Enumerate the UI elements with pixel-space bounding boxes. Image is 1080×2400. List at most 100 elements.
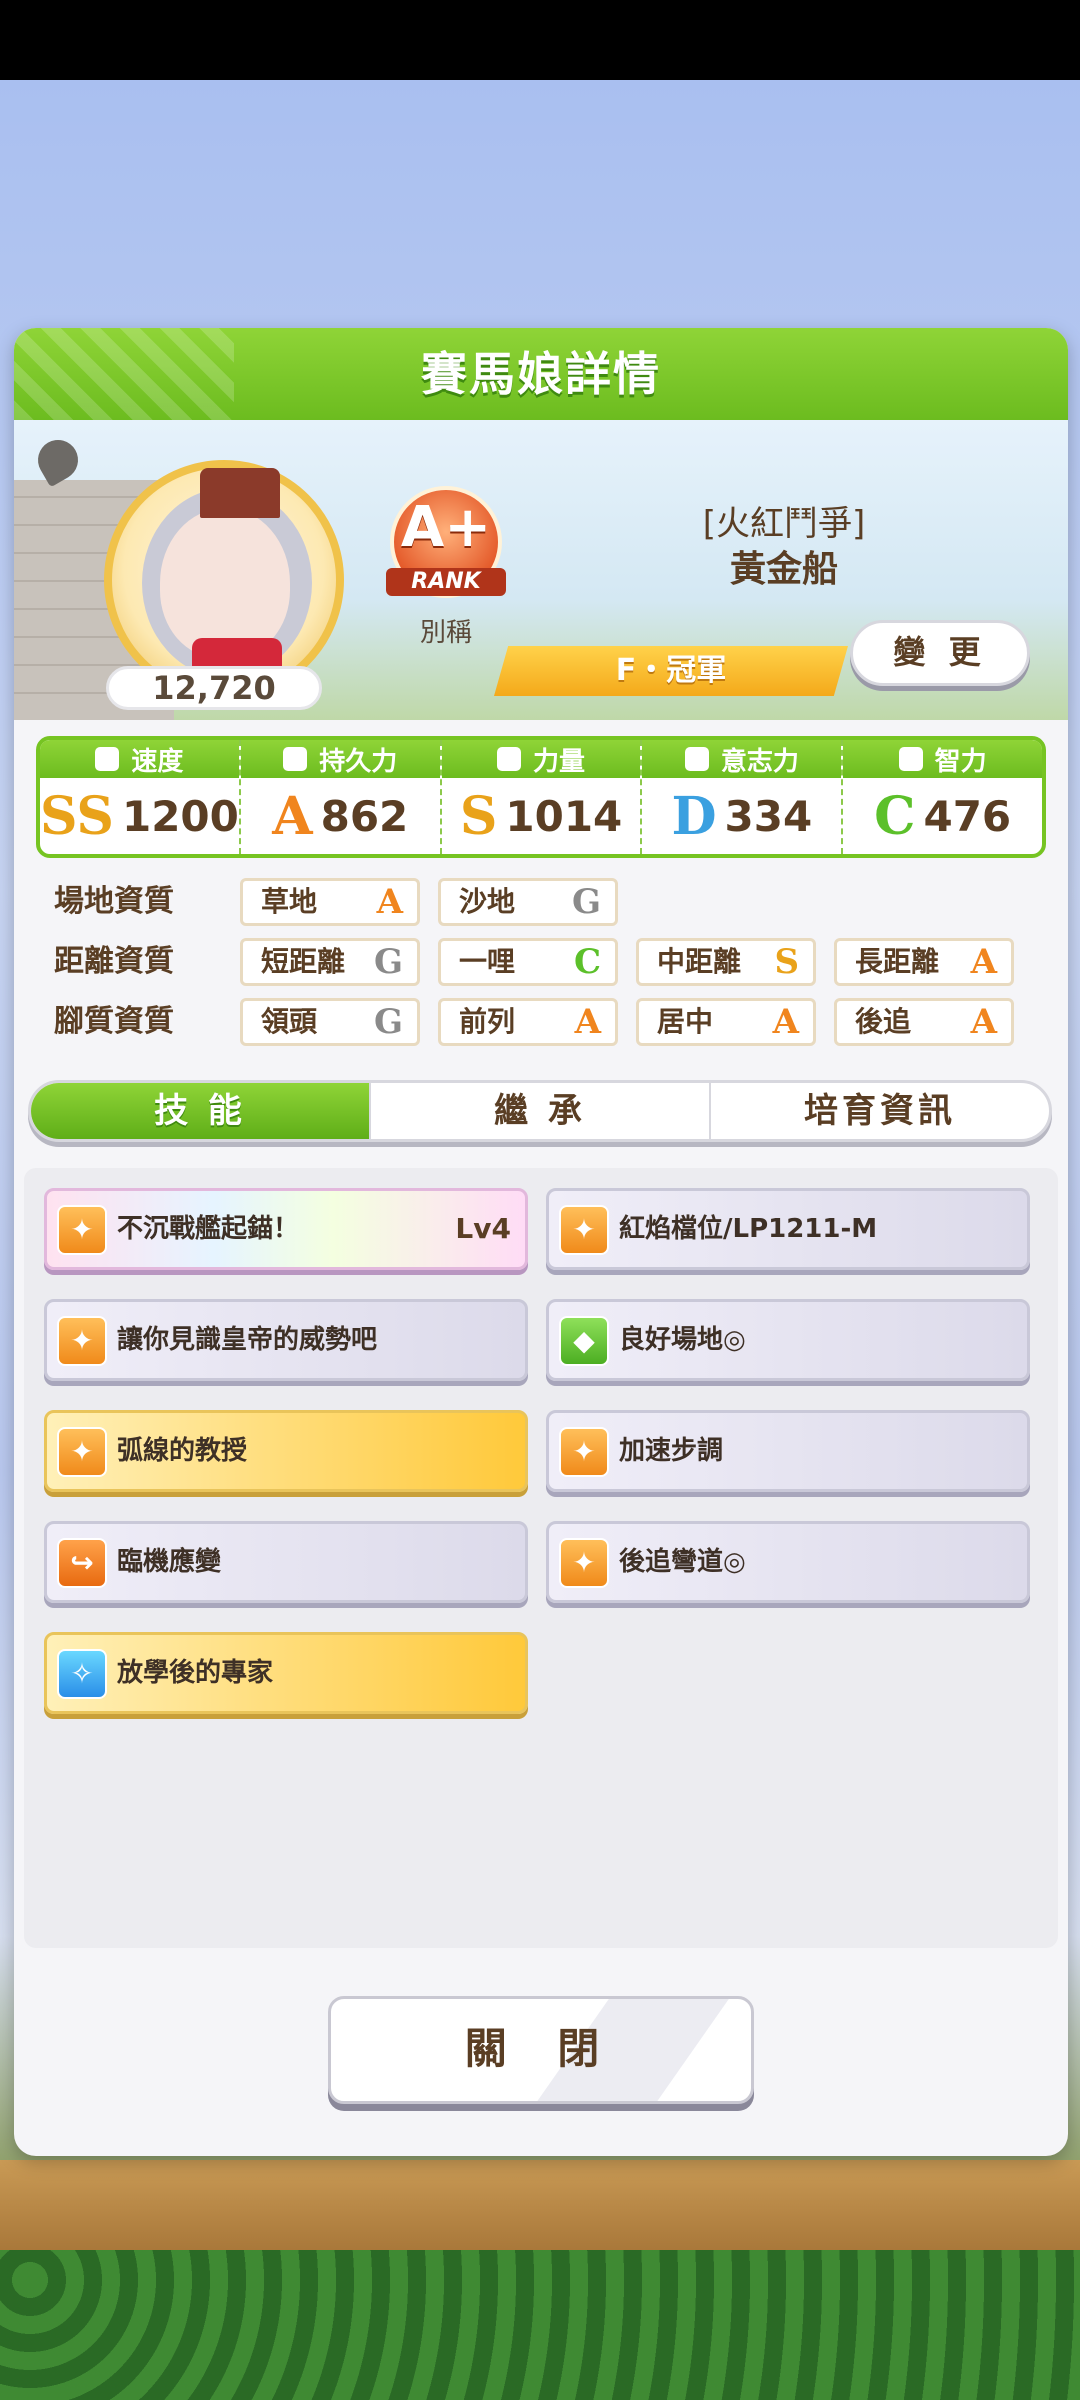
stat-2: 力量 S 1014	[439, 740, 641, 854]
aptitude-grade: A	[970, 942, 997, 982]
skill-card[interactable]: ✦ 紅焰檔位/LP1211-M	[546, 1188, 1030, 1270]
skill-name: 弧線的教授	[117, 1436, 248, 1466]
character-portrait	[104, 460, 344, 700]
stats-panel: 速度 SS 1200 持久力 A 862 力量 S 1014 意志力 D 334 智力 C 476	[36, 736, 1046, 858]
aptitude-row-label: 場地資質	[54, 884, 174, 919]
stat-body: A 862	[241, 778, 440, 854]
aptitude-item: 長距離 A	[834, 938, 1014, 986]
skill-card[interactable]: ✦ 加速步調	[546, 1410, 1030, 1492]
stat-grade: S	[459, 785, 498, 847]
stat-3: 意志力 D 334	[640, 740, 842, 854]
stat-value: 334	[724, 791, 813, 841]
aptitude-name: 中距離	[657, 945, 742, 978]
background-hedge	[0, 2250, 1080, 2400]
aptitude-item: 居中 A	[636, 998, 816, 1046]
skill-card[interactable]: ✦ 後追彎道◎	[546, 1521, 1030, 1603]
skill-level: Lv4	[455, 1212, 511, 1245]
tab-training-info[interactable]: 培育資訊	[709, 1083, 1049, 1139]
aptitude-row-style: 腳質資質 領頭 G 前列 A 居中 A 後追 A	[54, 998, 1064, 1046]
stat-name: 力量	[533, 746, 586, 777]
aptitude-name: 居中	[657, 1005, 714, 1038]
skills-panel: ✦ 不沉戰艦起錨！ Lv4 ✦ 紅焰檔位/LP1211-M ✦ 讓你見識皇帝的威勢吧 ◆ 良好場…	[24, 1168, 1058, 1948]
flame-icon	[684, 747, 709, 771]
status-bar	[0, 0, 1080, 80]
character-name: 黃金船	[729, 549, 838, 590]
portrait-face	[160, 508, 290, 658]
skill-name: 放學後的專家	[117, 1658, 274, 1688]
rank-word: RANK	[386, 568, 506, 596]
aptitude-row-field: 場地資質 草地 A 沙地 G	[54, 878, 1064, 926]
skill-name: 良好場地◎	[619, 1325, 746, 1355]
change-title-button[interactable]: 變 更	[850, 620, 1030, 686]
muscle-icon: ◆	[559, 1316, 609, 1366]
portrait-hat	[200, 468, 280, 518]
stat-name: 智力	[934, 746, 987, 777]
aptitude-name: 後追	[855, 1005, 912, 1038]
runner-icon: ✦	[57, 1427, 107, 1477]
skill-card[interactable]: ✦ 讓你見識皇帝的威勢吧	[44, 1299, 528, 1381]
title-badge: F・冠軍	[494, 646, 848, 696]
heart-icon	[283, 747, 308, 771]
arrow-turn-icon: ↪	[57, 1538, 107, 1588]
stat-grade: C	[874, 785, 916, 847]
skill-card[interactable]: ✧ 放學後的專家	[44, 1632, 528, 1714]
stat-body: S 1014	[442, 778, 641, 854]
stat-value: 476	[923, 791, 1012, 841]
aptitude-row-label: 距離資質	[54, 944, 174, 979]
shoe-icon	[95, 747, 120, 771]
horse-girl-detail-dialog: 賽馬娘詳情 12,720 A+ RANK 別稱 [火紅鬥爭] 黃金船 F・冠軍 …	[14, 328, 1068, 2156]
skill-name: 加速步調	[619, 1436, 724, 1466]
stat-0: 速度 SS 1200	[40, 740, 239, 854]
rank-badge: A+ RANK	[386, 486, 506, 598]
dialog-title: 賽馬娘詳情	[421, 347, 661, 401]
skill-name: 讓你見識皇帝的威勢吧	[117, 1325, 378, 1355]
runner-icon: ✦	[559, 1427, 609, 1477]
skill-name: 不沉戰艦起錨！	[117, 1214, 300, 1244]
rank-grade: A+	[400, 495, 492, 560]
skill-name: 後追彎道◎	[619, 1547, 746, 1577]
rank-label: 別稱	[419, 618, 472, 648]
graduation-cap-icon	[898, 747, 923, 771]
close-button[interactable]: 關 閉	[328, 1996, 754, 2104]
aptitude-item: 沙地 G	[438, 878, 618, 926]
background-track	[0, 2160, 1080, 2250]
stat-value: 1014	[505, 791, 623, 841]
tab-bar: 技 能 繼 承 培育資訊	[28, 1080, 1052, 1142]
stat-header: 力量	[441, 740, 641, 778]
skill-card[interactable]: ✦ 不沉戰艦起錨！ Lv4	[44, 1188, 528, 1270]
stat-4: 智力 C 476	[841, 740, 1042, 854]
muscle-icon	[497, 747, 522, 771]
runner-icon: ✦	[559, 1538, 609, 1588]
stat-body: D 334	[642, 778, 841, 854]
aptitude-grade: C	[573, 942, 601, 982]
stat-grade: A	[272, 785, 313, 847]
stat-name: 持久力	[319, 746, 398, 777]
aptitude-item: 領頭 G	[240, 998, 420, 1046]
character-banner: 12,720 A+ RANK 別稱 [火紅鬥爭] 黃金船 F・冠軍 變 更	[14, 420, 1068, 720]
stat-header: 意志力	[642, 740, 842, 778]
tab-skills[interactable]: 技 能	[31, 1083, 369, 1139]
skill-card[interactable]: ↪ 臨機應變	[44, 1521, 528, 1603]
aptitude-grade: A	[970, 1002, 997, 1042]
aptitude-grade: A	[772, 1002, 799, 1042]
aptitude-grade: A	[574, 1002, 601, 1042]
sparkle-icon: ✧	[57, 1649, 107, 1699]
tab-inheritance[interactable]: 繼 承	[369, 1083, 709, 1139]
aptitude-row-distance: 距離資質 短距離 G 一哩 C 中距離 S 長距離 A	[54, 938, 1064, 986]
skill-card[interactable]: ✦ 弧線的教授	[44, 1410, 528, 1492]
aptitude-item: 前列 A	[438, 998, 618, 1046]
character-epithet: [火紅鬥爭]	[702, 504, 866, 544]
aptitude-grade: G	[373, 1002, 403, 1042]
stat-name: 速度	[131, 746, 184, 777]
skill-card[interactable]: ◆ 良好場地◎	[546, 1299, 1030, 1381]
aptitude-grade: S	[774, 942, 799, 982]
aptitude-grade: A	[376, 882, 403, 922]
stat-header: 速度	[40, 740, 239, 778]
aptitude-item: 草地 A	[240, 878, 420, 926]
aptitude-name: 長距離	[855, 945, 940, 978]
dialog-header: 賽馬娘詳情	[14, 328, 1068, 420]
runner-icon: ✦	[559, 1205, 609, 1255]
stat-grade: SS	[40, 785, 114, 847]
aptitude-name: 草地	[261, 885, 318, 918]
header-pattern	[14, 328, 234, 420]
